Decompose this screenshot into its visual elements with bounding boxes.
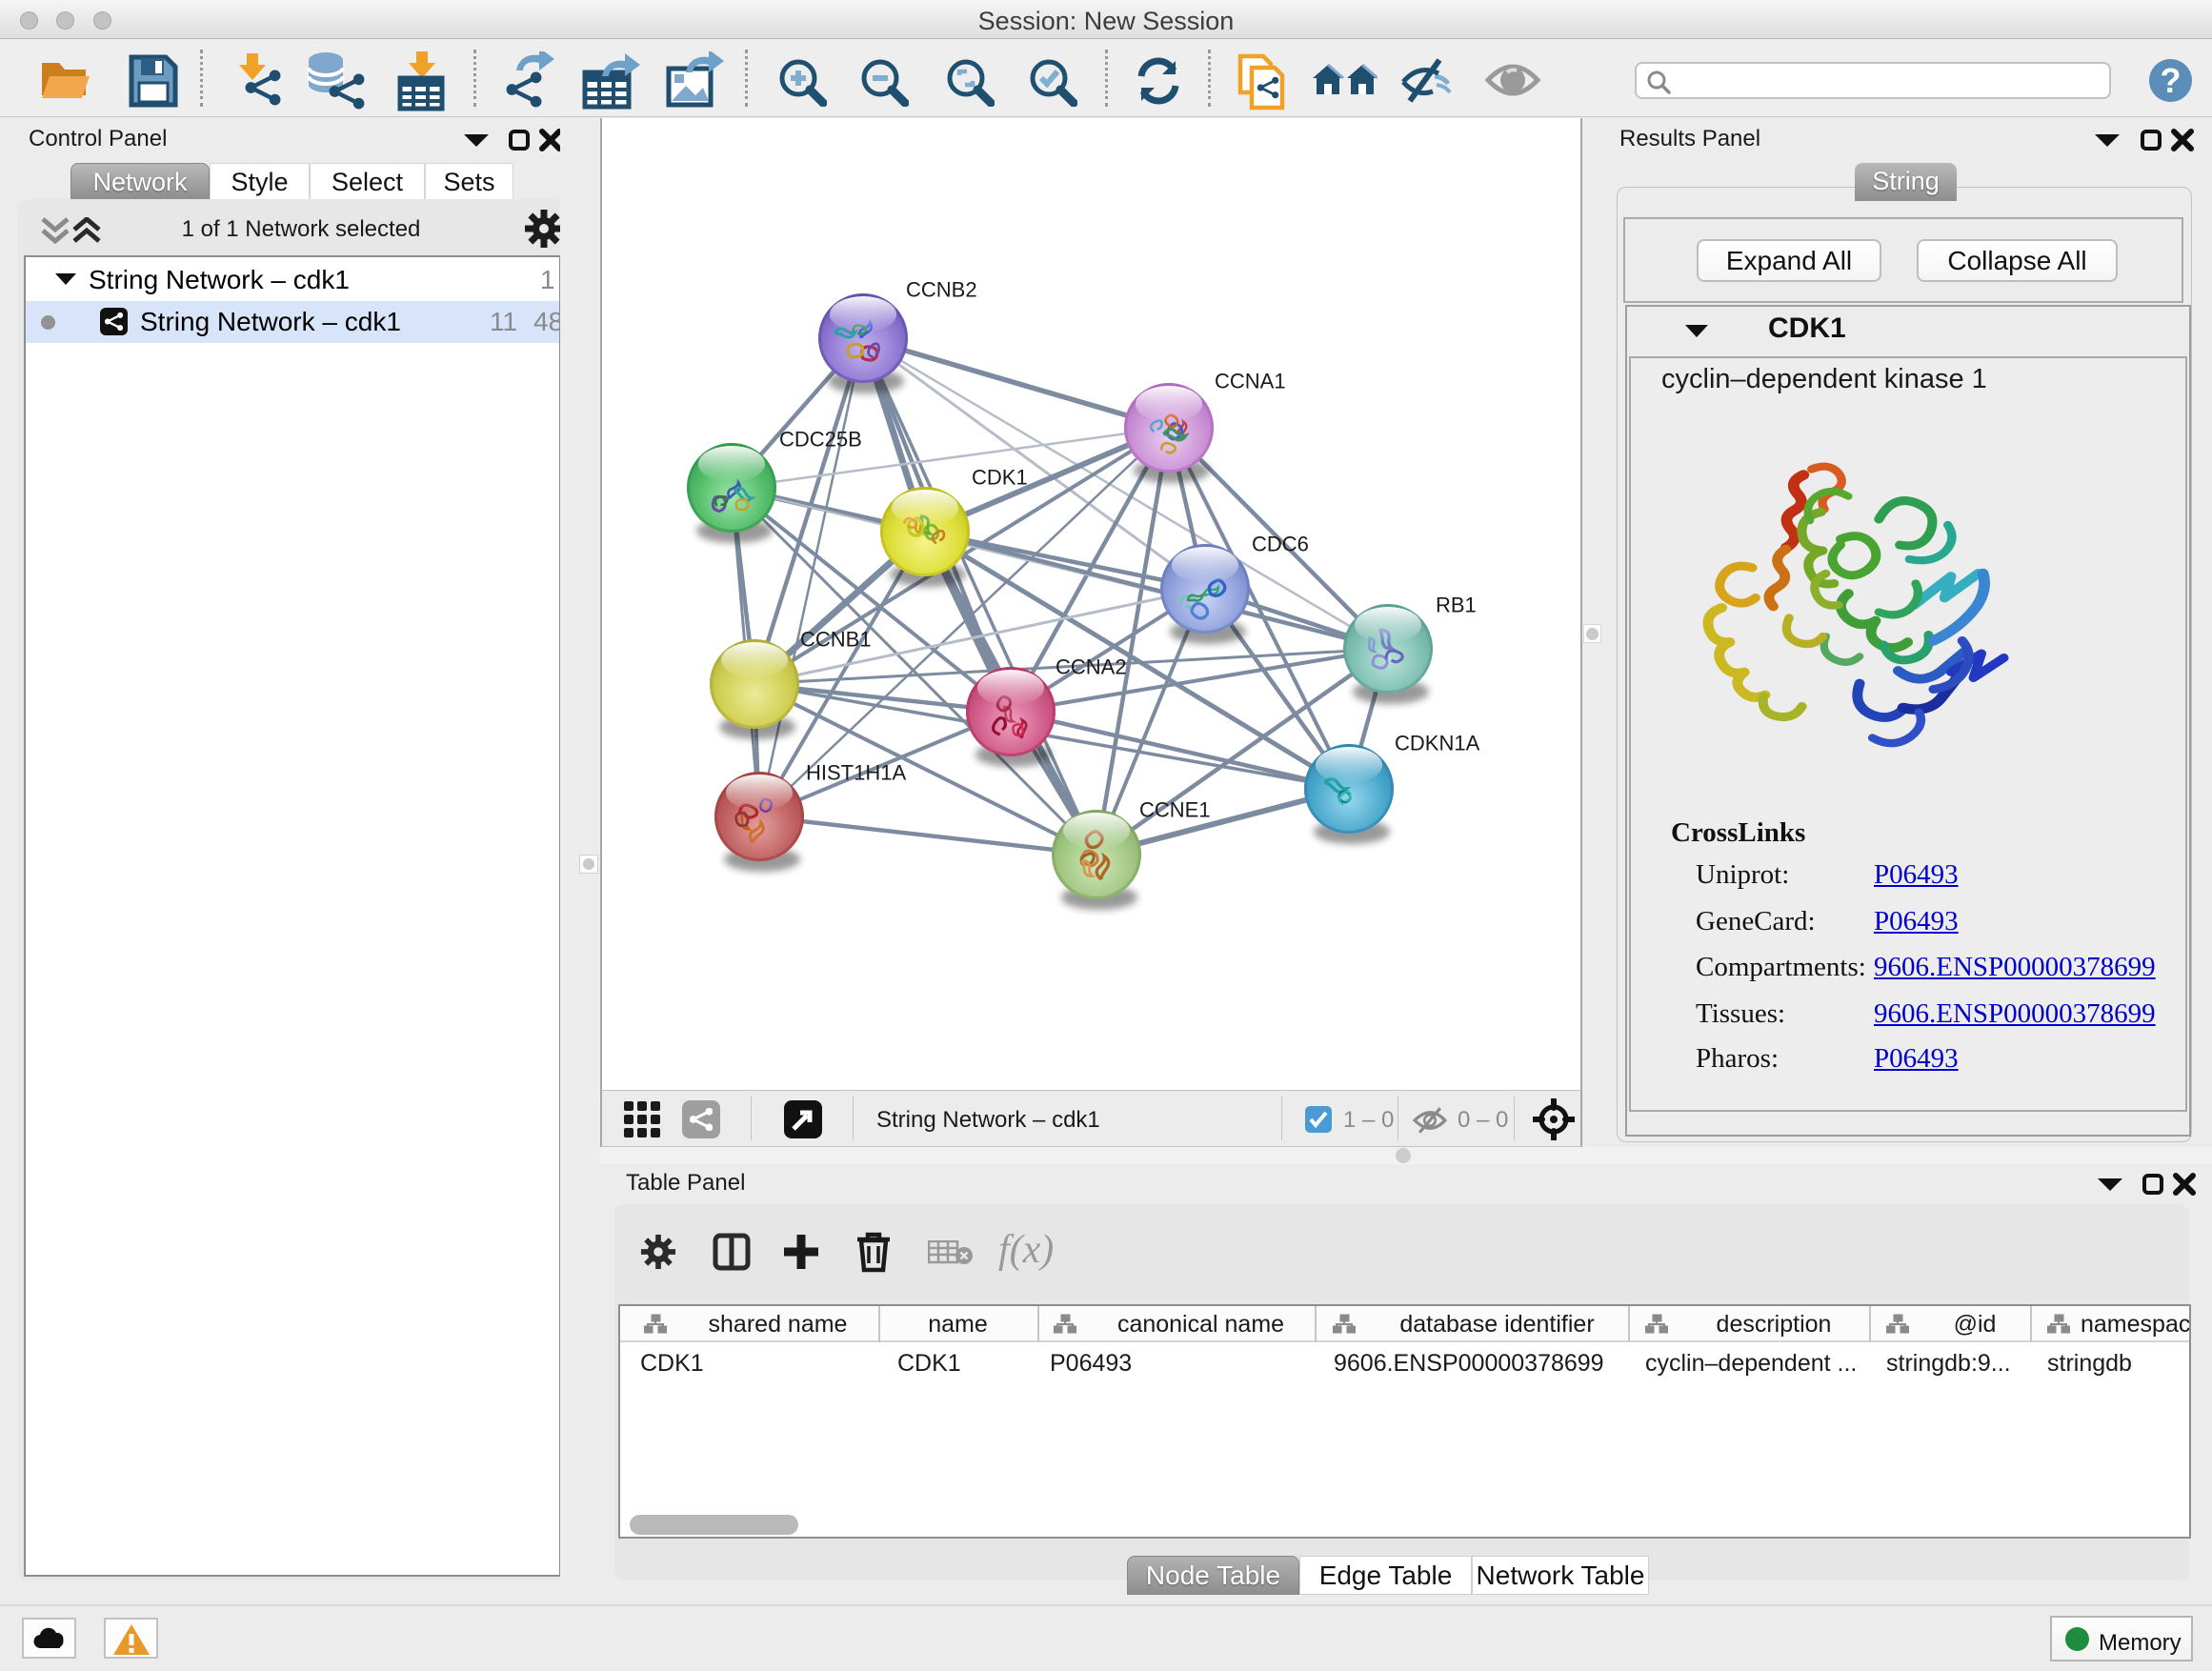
svg-text:RB1: RB1 [1436, 594, 1477, 617]
svg-text:CDKN1A: CDKN1A [1395, 732, 1480, 755]
svg-text:CCNB1: CCNB1 [800, 628, 872, 652]
svg-text:HIST1H1A: HIST1H1A [806, 761, 906, 785]
svg-text:CCNE1: CCNE1 [1139, 798, 1211, 822]
svg-text:CDC6: CDC6 [1252, 533, 1309, 556]
svg-text:CCNA1: CCNA1 [1215, 370, 1286, 393]
svg-text:CCNA2: CCNA2 [1056, 655, 1127, 679]
svg-text:CDK1: CDK1 [972, 466, 1028, 490]
svg-text:CCNB2: CCNB2 [906, 278, 977, 302]
svg-text:CDC25B: CDC25B [779, 428, 862, 452]
